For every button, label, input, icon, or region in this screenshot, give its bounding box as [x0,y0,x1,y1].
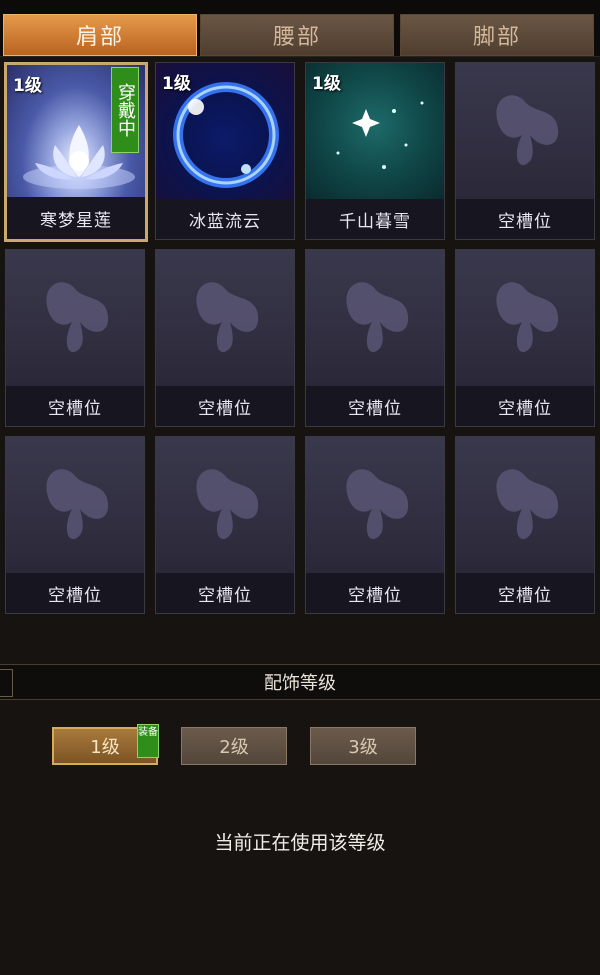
section-title: 配饰等级 [264,673,336,694]
accessory-slot-empty[interactable]: 空槽位 [455,62,595,240]
slot-name: 空槽位 [456,199,594,239]
accessory-slot-empty[interactable]: 空槽位 [5,436,145,614]
tab-feet[interactable]: 脚部 [400,14,594,56]
slot-name: 寒梦星莲 [7,197,145,239]
accessory-slot-empty[interactable]: 空槽位 [155,436,295,614]
accessory-slot-empty[interactable]: 空槽位 [305,249,445,427]
butterfly-placeholder-icon [306,437,444,575]
accessory-grid: 1级 穿戴中 寒梦星莲 1级 冰蓝流云 1级 千山暮雪 空槽位 空槽位 空槽位 … [0,56,600,626]
level-2-button[interactable]: 2级 [181,727,287,765]
equipped-badge: 装备 [137,724,159,758]
butterfly-placeholder-icon [456,63,594,201]
slot-name: 空槽位 [456,386,594,426]
butterfly-placeholder-icon [6,437,144,575]
wearing-badge: 穿戴中 [111,67,139,153]
butterfly-placeholder-icon [156,250,294,388]
slot-name: 空槽位 [156,386,294,426]
accessory-slot-empty[interactable]: 空槽位 [5,249,145,427]
slot-name: 空槽位 [306,386,444,426]
slot-name: 空槽位 [6,386,144,426]
slot-level: 1级 [13,76,42,96]
slot-name: 空槽位 [306,573,444,613]
butterfly-placeholder-icon [306,250,444,388]
slot-name: 空槽位 [6,573,144,613]
butterfly-placeholder-icon [456,250,594,388]
butterfly-placeholder-icon [456,437,594,575]
accessory-slot-empty[interactable]: 空槽位 [455,436,595,614]
accessory-slot-empty[interactable]: 空槽位 [155,249,295,427]
accessory-slot-qianshan-muxue[interactable]: 1级 千山暮雪 [305,62,445,240]
butterfly-placeholder-icon [156,437,294,575]
slot-name: 空槽位 [456,573,594,613]
section-header: 配饰等级 [0,664,600,700]
slot-name: 空槽位 [156,573,294,613]
butterfly-placeholder-icon [6,250,144,388]
slot-name: 千山暮雪 [306,199,444,239]
slot-name: 冰蓝流云 [156,199,294,239]
tab-waist[interactable]: 腰部 [200,14,394,56]
slot-level: 1级 [312,74,341,94]
accessory-slot-empty[interactable]: 空槽位 [305,436,445,614]
level-3-button[interactable]: 3级 [310,727,416,765]
tab-shoulder[interactable]: 肩部 [3,14,197,56]
accessory-slot-binglan-liuyun[interactable]: 1级 冰蓝流云 [155,62,295,240]
status-message: 当前正在使用该等级 [214,832,386,854]
accessory-slot-hanmeng-xinglian[interactable]: 1级 穿戴中 寒梦星莲 [4,62,148,242]
slot-level: 1级 [162,74,191,94]
accessory-slot-empty[interactable]: 空槽位 [455,249,595,427]
accessory-category-tabs: 肩部 腰部 脚部 [0,0,600,57]
